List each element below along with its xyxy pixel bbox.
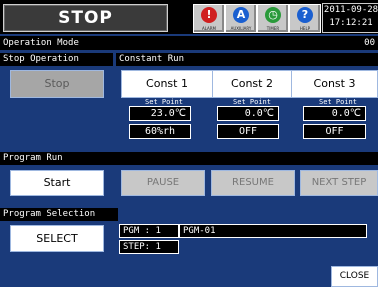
alarm-button[interactable]: ! ALARM — [193, 4, 225, 33]
const-1-humidity: 60%rh — [129, 124, 191, 139]
program-selection-header: Program Selection — [0, 208, 118, 221]
resume-button[interactable]: RESUME — [211, 170, 295, 196]
clock-date: 2011-09-28 — [323, 5, 378, 15]
stop-operation-header: Stop Operation — [0, 53, 113, 66]
stop-operation-title: Stop Operation — [3, 54, 79, 64]
alarm-icon: ! — [201, 7, 217, 23]
constant-run-title: Constant Run — [119, 54, 185, 64]
top-bar: STOP ! ALARM A AUXILIARY ◷ TIMER ? HELP … — [0, 0, 378, 34]
auxiliary-label: AUXILIARY — [230, 26, 252, 31]
help-icon: ? — [297, 7, 313, 23]
const-2-button[interactable]: Const 2 — [212, 70, 292, 98]
program-run-title: Program Run — [3, 153, 63, 163]
stop-button[interactable]: Stop — [10, 70, 104, 98]
const-1-set-point: 23.0℃ — [129, 106, 191, 121]
auxiliary-button[interactable]: A AUXILIARY — [225, 4, 257, 33]
constant-run-header: Constant Run — [116, 53, 378, 66]
const-2-humidity: OFF — [217, 124, 279, 139]
set-point-label-2: Set Point — [233, 98, 271, 106]
clock: 2011-09-28 17:12:21 — [322, 3, 378, 33]
mode-bar: Operation Mode 00 — [0, 36, 378, 50]
timer-icon: ◷ — [265, 7, 281, 23]
pgm-name: PGM-01 — [179, 224, 367, 238]
const-1-button[interactable]: Const 1 — [121, 70, 213, 98]
const-2-set-point: 0.0℃ — [217, 106, 279, 121]
help-button[interactable]: ? HELP — [289, 4, 321, 33]
const-3-set-point: 0.0℃ — [303, 106, 366, 121]
timer-label: TIMER — [266, 26, 280, 31]
set-point-label-3: Set Point — [319, 98, 357, 106]
close-button[interactable]: CLOSE — [331, 266, 378, 287]
start-button[interactable]: Start — [10, 170, 104, 196]
status-display: STOP — [3, 4, 168, 32]
pause-button[interactable]: PAUSE — [121, 170, 205, 196]
pgm-number: PGM : 1 — [119, 224, 179, 238]
const-3-button[interactable]: Const 3 — [291, 70, 378, 98]
set-point-label-1: Set Point — [145, 98, 183, 106]
auxiliary-icon: A — [233, 7, 249, 23]
step-number: STEP: 1 — [119, 240, 179, 254]
program-selection-title: Program Selection — [3, 209, 96, 219]
next-step-button[interactable]: NEXT STEP — [300, 170, 378, 196]
select-button[interactable]: SELECT — [10, 225, 104, 252]
mode-code: 00 — [364, 38, 375, 48]
const-3-humidity: OFF — [303, 124, 366, 139]
clock-time: 17:12:21 — [329, 18, 373, 28]
help-label: HELP — [299, 26, 311, 31]
program-run-header: Program Run — [0, 152, 378, 165]
alarm-label: ALARM — [201, 26, 217, 31]
timer-button[interactable]: ◷ TIMER — [257, 4, 289, 33]
mode-title: Operation Mode — [3, 38, 79, 48]
